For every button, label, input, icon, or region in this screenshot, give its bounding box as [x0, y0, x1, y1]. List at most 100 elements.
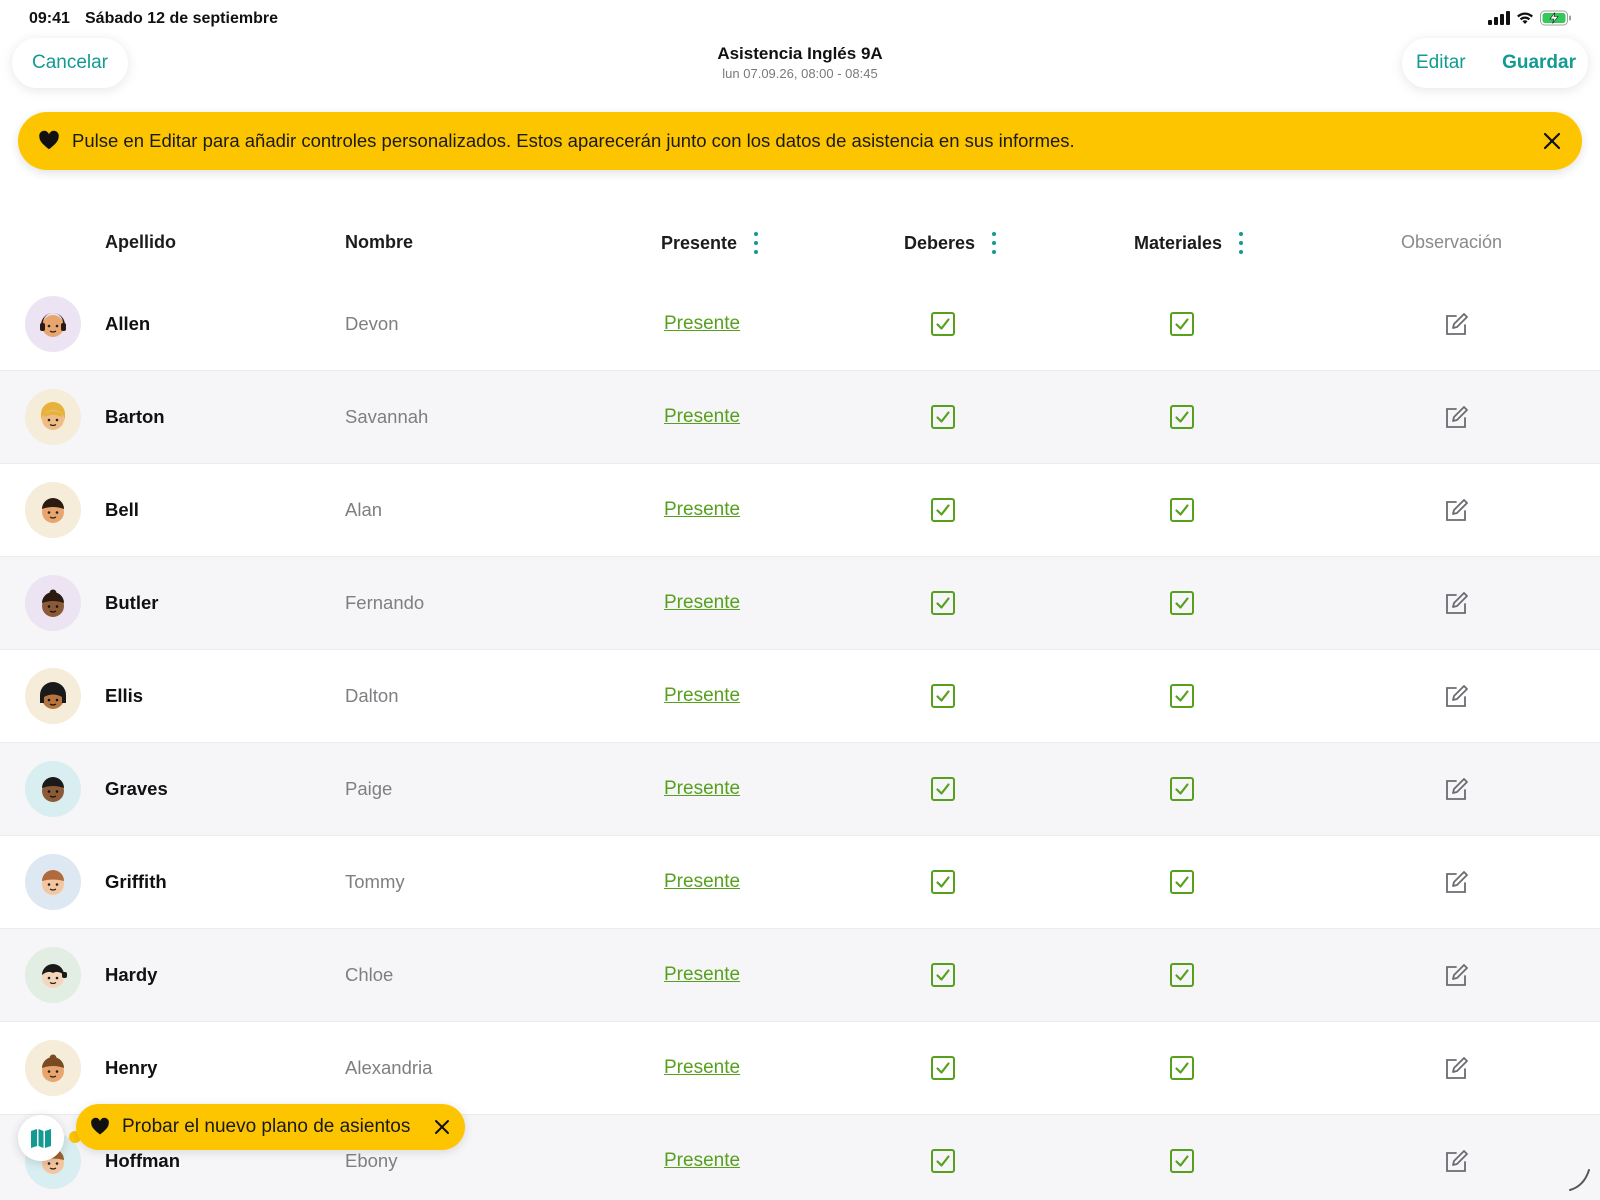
first-name: Paige: [345, 778, 393, 799]
first-name: Dalton: [345, 685, 399, 706]
seating-map-icon: [31, 1129, 51, 1148]
homework-checkbox-checked-icon[interactable]: [930, 683, 956, 709]
status-bar: 09:41 Sábado 12 de septiembre: [0, 0, 1600, 38]
materials-checkbox-checked-icon[interactable]: [1169, 869, 1195, 895]
save-button[interactable]: Guardar: [1502, 52, 1576, 74]
more-options-icon[interactable]: [1236, 232, 1246, 254]
status-icons: [1488, 10, 1572, 26]
edit-note-icon[interactable]: [1443, 498, 1469, 524]
column-header-present-label: Presente: [661, 232, 738, 253]
avatar: [25, 575, 81, 631]
materials-checkbox-checked-icon[interactable]: [1169, 1055, 1195, 1081]
materials-checkbox-checked-icon[interactable]: [1169, 497, 1195, 523]
presence-status-link[interactable]: Presente: [664, 1057, 740, 1079]
close-icon[interactable]: [1540, 129, 1564, 153]
last-name: Griffith: [105, 871, 167, 892]
materials-checkbox-checked-icon[interactable]: [1169, 590, 1195, 616]
presence-status-link[interactable]: Presente: [664, 1150, 740, 1172]
avatar: [25, 389, 81, 445]
avatar: [25, 296, 81, 352]
page-title: Asistencia Inglés 9A: [717, 44, 883, 63]
last-name: Hardy: [105, 964, 158, 985]
presence-status-link[interactable]: Presente: [664, 313, 740, 335]
seating-plan-chip[interactable]: Probar el nuevo plano de asientos: [76, 1104, 465, 1150]
table-row: Allen Devon Presente: [0, 278, 1600, 371]
homework-checkbox-checked-icon[interactable]: [930, 404, 956, 430]
first-name: Alan: [345, 499, 383, 520]
column-header-homework-label: Deberes: [904, 232, 976, 253]
last-name: Ellis: [105, 685, 144, 706]
last-name: Henry: [105, 1057, 158, 1078]
edit-note-icon[interactable]: [1443, 963, 1469, 989]
column-header-observation: Observación: [1401, 232, 1503, 252]
homework-checkbox-checked-icon[interactable]: [930, 1055, 956, 1081]
battery-charging-icon: [1540, 10, 1571, 26]
student-avatar-icon: [40, 682, 66, 709]
homework-checkbox-checked-icon[interactable]: [930, 962, 956, 988]
homework-checkbox-checked-icon[interactable]: [930, 776, 956, 802]
avatar: [25, 854, 81, 910]
materials-checkbox-checked-icon[interactable]: [1169, 776, 1195, 802]
edit-note-icon[interactable]: [1443, 1056, 1469, 1082]
column-header-first-name[interactable]: Nombre: [345, 232, 413, 253]
first-name: Fernando: [345, 592, 425, 613]
presence-status-link[interactable]: Presente: [664, 778, 740, 800]
edit-button[interactable]: Editar: [1416, 52, 1466, 74]
column-header-homework: Deberes: [904, 232, 999, 254]
table-row: Bell Alan Presente: [0, 464, 1600, 557]
table-row: Griffith Tommy Presente: [0, 836, 1600, 929]
edit-note-icon[interactable]: [1443, 777, 1469, 803]
materials-checkbox-checked-icon[interactable]: [1169, 311, 1195, 337]
edit-note-icon[interactable]: [1443, 870, 1469, 896]
signal-icon: [1488, 11, 1510, 25]
materials-checkbox-checked-icon[interactable]: [1169, 1148, 1195, 1174]
avatar: [25, 1040, 81, 1096]
homework-checkbox-checked-icon[interactable]: [930, 1148, 956, 1174]
presence-status-link[interactable]: Presente: [664, 685, 740, 707]
column-header-materials-label: Materiales: [1134, 232, 1223, 253]
homework-checkbox-checked-icon[interactable]: [930, 497, 956, 523]
presence-status-link[interactable]: Presente: [664, 592, 740, 614]
homework-checkbox-checked-icon[interactable]: [930, 311, 956, 337]
edit-note-icon[interactable]: [1443, 405, 1469, 431]
seating-map-button[interactable]: [18, 1115, 64, 1161]
scroll-indicator-icon: [1569, 1169, 1590, 1191]
materials-checkbox-checked-icon[interactable]: [1169, 404, 1195, 430]
status-date: Sábado 12 de septiembre: [85, 10, 278, 27]
homework-checkbox-checked-icon[interactable]: [930, 590, 956, 616]
homework-checkbox-checked-icon[interactable]: [930, 869, 956, 895]
last-name: Barton: [105, 406, 165, 427]
avatar: [25, 761, 81, 817]
close-icon[interactable]: [433, 1118, 451, 1136]
table-row: Graves Paige Presente: [0, 743, 1600, 836]
presence-status-link[interactable]: Presente: [664, 406, 740, 428]
heart-icon: [91, 1117, 109, 1135]
presence-status-link[interactable]: Presente: [664, 499, 740, 521]
table-row: Hardy Chloe Presente: [0, 929, 1600, 1022]
materials-checkbox-checked-icon[interactable]: [1169, 683, 1195, 709]
presence-status-link[interactable]: Presente: [664, 871, 740, 893]
more-options-icon[interactable]: [751, 232, 761, 254]
page-subtitle: lun 07.09.26, 08:00 - 08:45: [722, 66, 878, 81]
edit-note-icon[interactable]: [1443, 591, 1469, 617]
column-header-last-name[interactable]: Apellido: [105, 232, 176, 253]
student-avatar-icon: [41, 402, 65, 430]
first-name: Devon: [345, 313, 399, 334]
edit-note-icon[interactable]: [1443, 684, 1469, 710]
edit-note-icon[interactable]: [1443, 312, 1469, 338]
more-options-icon[interactable]: [989, 232, 999, 254]
edit-note-icon[interactable]: [1443, 1149, 1469, 1175]
last-name: Allen: [105, 313, 151, 334]
status-time: 09:41: [29, 10, 70, 27]
materials-checkbox-checked-icon[interactable]: [1169, 962, 1195, 988]
first-name: Ebony: [345, 1150, 398, 1171]
student-avatar-icon: [40, 313, 66, 337]
table-row: Henry Alexandria Presente: [0, 1022, 1600, 1115]
wifi-icon: [1517, 12, 1533, 24]
presence-status-link[interactable]: Presente: [664, 964, 740, 986]
avatar: [25, 947, 81, 1003]
student-avatar-icon: [42, 1054, 64, 1082]
banner-text: Pulse en Editar para añadir controles pe…: [72, 130, 1075, 151]
table-row: Ellis Dalton Presente: [0, 650, 1600, 743]
first-name: Tommy: [345, 871, 405, 892]
